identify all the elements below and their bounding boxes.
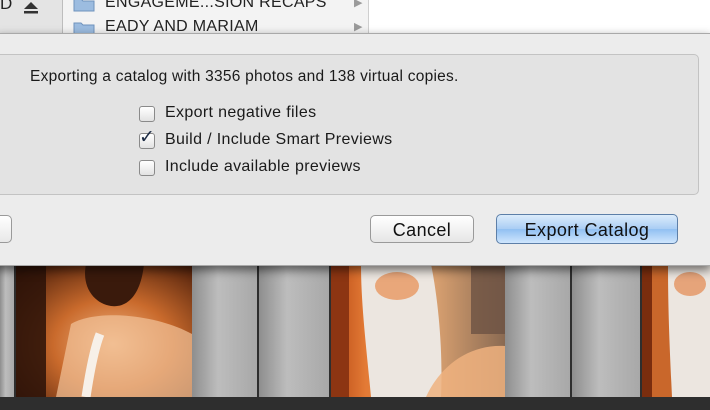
filmstrip-scrollbar[interactable] — [0, 397, 710, 410]
option-label: Export negative files — [165, 104, 317, 121]
filmstrip-cell[interactable] — [259, 264, 331, 397]
filmstrip-cell[interactable] — [505, 264, 572, 397]
build-smart-previews-checkbox[interactable]: ✓ — [139, 128, 155, 149]
export-negative-files-checkbox[interactable] — [139, 106, 155, 122]
eject-icon[interactable] — [22, 0, 40, 14]
filmstrip-thumbnail[interactable] — [331, 264, 505, 397]
cancel-button[interactable]: Cancel — [370, 215, 474, 243]
partial-left-button[interactable] — [0, 215, 12, 243]
photo-back-of-bride — [16, 264, 192, 397]
export-summary-message: Exporting a catalog with 3356 photos and… — [30, 68, 459, 85]
filmstrip — [0, 264, 710, 410]
disclosure-arrow-icon[interactable]: ▶ — [354, 0, 362, 9]
volume-letter: D — [0, 0, 13, 13]
folder-name: ENGAGEME...SION RECAPS — [105, 0, 327, 11]
folder-item[interactable]: ENGAGEME...SION RECAPS ▶ — [63, 0, 368, 16]
disclosure-arrow-icon[interactable]: ▶ — [354, 20, 362, 33]
filmstrip-thumbnail[interactable] — [642, 264, 710, 397]
filmstrip-thumbnail[interactable] — [16, 264, 192, 397]
photo-bride-partial — [642, 264, 710, 397]
filmstrip-cell[interactable] — [0, 264, 16, 397]
export-catalog-dialog: Exporting a catalog with 3356 photos and… — [0, 33, 710, 266]
checkmark-icon: ✓ — [139, 127, 155, 148]
filmstrip-cell[interactable] — [192, 264, 259, 397]
option-label: Include available previews — [165, 158, 361, 175]
photo-bride-mirror — [331, 264, 505, 397]
filmstrip-cell[interactable] — [572, 264, 642, 397]
include-available-previews-checkbox[interactable] — [139, 160, 155, 176]
folder-icon — [73, 0, 95, 12]
export-catalog-button[interactable]: Export Catalog — [496, 214, 678, 244]
option-label: Build / Include Smart Previews — [165, 131, 393, 148]
